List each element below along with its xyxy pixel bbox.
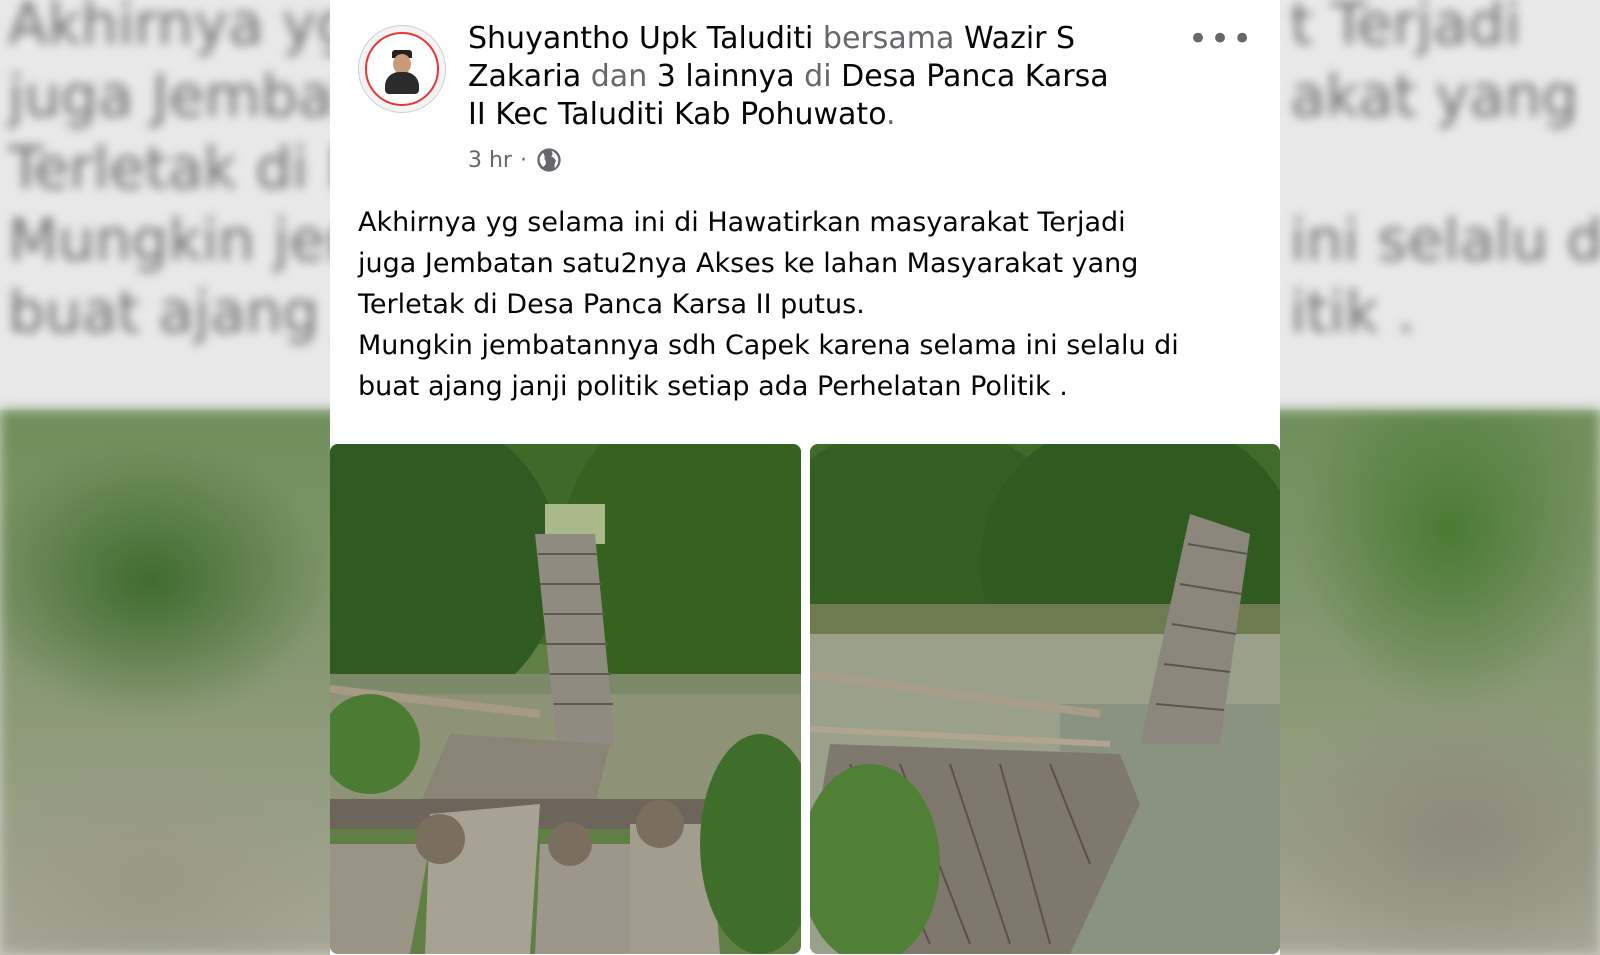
others-link[interactable]: 3 lainnya <box>657 59 795 94</box>
ghost-text-line: Terletak di D <box>8 134 372 202</box>
broken-bridge-photo-2[interactable] <box>810 444 1280 954</box>
meta-separator: · <box>519 147 527 173</box>
post-body-line: juga Jembatan satu2nya Akses ke lahan Ma… <box>358 248 1139 279</box>
post-body-line: buat ajang janji politik setiap ada Perh… <box>358 371 1068 402</box>
avatar-face <box>393 54 411 74</box>
broken-bridge-photo-1[interactable] <box>330 444 801 954</box>
post-body-line: Akhirnya yg selama ini di Hawatirkan mas… <box>358 207 1126 238</box>
ghost-text-line: ini selalu di <box>1290 206 1600 274</box>
globe-icon[interactable] <box>535 146 563 174</box>
ghost-text-line: Mungkin jem <box>8 206 382 274</box>
avatar-body <box>385 72 419 94</box>
ghost-text-line: t Terjadi <box>1290 0 1521 58</box>
ghost-text-line: itik . <box>1290 278 1416 346</box>
post-card: Shuyantho Upk Taluditi bersama Wazir S Z… <box>330 0 1280 955</box>
ghost-text-line: juga Jembat <box>8 62 357 130</box>
post-body-line: Mungkin jembatannya sdh Capek karena sel… <box>358 330 1179 361</box>
header-period: . <box>886 97 896 132</box>
author-avatar[interactable] <box>358 25 446 113</box>
post-timestamp[interactable]: 3 hr <box>468 148 512 173</box>
ghost-text-line: Akhirnya yg <box>8 0 354 58</box>
post-body: Akhirnya yg selama ini di Hawatirkan mas… <box>358 202 1258 407</box>
post-meta: 3 hr · <box>468 146 563 174</box>
post-header: Shuyantho Upk Taluditi bersama Wazir S Z… <box>468 20 1128 134</box>
post-body-line: Terletak di Desa Panca Karsa II putus. <box>358 289 865 320</box>
at-word: di <box>804 59 832 94</box>
and-word: dan <box>590 59 648 94</box>
ghost-text-line: akat yang <box>1290 62 1579 130</box>
more-options-icon[interactable]: ••• <box>1188 22 1254 56</box>
author-name-link[interactable]: Shuyantho Upk Taluditi <box>468 21 813 56</box>
with-word: bersama <box>822 21 955 56</box>
